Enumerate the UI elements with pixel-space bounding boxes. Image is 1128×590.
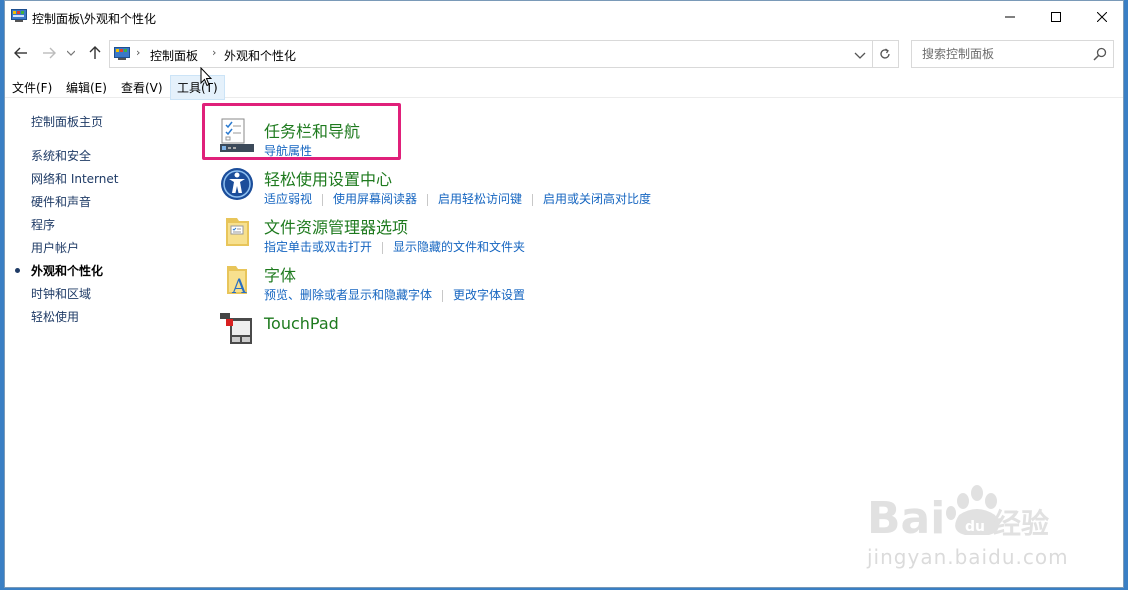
link-divider <box>427 193 429 206</box>
baidu-watermark: Bai 经验 du jingyan.baidu.com <box>867 481 1117 581</box>
highlight-box <box>202 103 401 160</box>
sidebar-item-network[interactable]: 网络和 Internet <box>31 170 118 187</box>
address-bar[interactable]: › 控制面板 › 外观和个性化 <box>109 40 873 68</box>
control-panel-icon <box>11 9 27 22</box>
task-link[interactable]: 更改字体设置 <box>453 288 525 302</box>
task-link[interactable]: 显示隐藏的文件和文件夹 <box>393 240 525 254</box>
sidebar-item-ease-of-access[interactable]: 轻松使用 <box>31 308 79 325</box>
category-links: 预览、删除或者显示和隐藏字体 更改字体设置 <box>264 286 525 303</box>
task-link[interactable]: 预览、删除或者显示和隐藏字体 <box>264 288 432 302</box>
task-link[interactable]: 使用屏幕阅读器 <box>333 192 417 206</box>
menu-view[interactable]: 查看(V) <box>121 79 163 96</box>
link-divider <box>322 193 324 206</box>
refresh-button[interactable] <box>871 40 899 68</box>
sidebar-item-appearance[interactable]: 外观和个性化 <box>31 262 103 279</box>
touchpad-icon[interactable] <box>219 310 255 346</box>
category-title[interactable]: 轻松使用设置中心 <box>264 166 392 190</box>
baidu-logo: Bai 经验 du <box>867 485 1049 544</box>
navigation-bar: › 控制面板 › 外观和个性化 <box>5 37 1123 69</box>
task-link[interactable]: 适应弱视 <box>264 192 312 206</box>
watermark-text: jingyan.baidu.com <box>867 545 1069 569</box>
sidebar-item-hardware-sound[interactable]: 硬件和声音 <box>31 193 91 210</box>
sidebar-item-system-security[interactable]: 系统和安全 <box>31 147 91 164</box>
arrow-left-icon <box>14 47 27 59</box>
menu-tools[interactable]: 工具(T) <box>170 75 225 100</box>
breadcrumb-separator-icon[interactable]: › <box>136 46 140 59</box>
window-title: 控制面板\外观和个性化 <box>32 12 157 26</box>
sidebar-item-programs[interactable]: 程序 <box>31 216 55 233</box>
breadcrumb-control-panel[interactable]: 控制面板 <box>150 47 198 64</box>
search-icon[interactable] <box>1093 47 1107 61</box>
link-divider <box>532 193 534 206</box>
link-divider <box>442 289 444 302</box>
category-links: 适应弱视 使用屏幕阅读器 启用轻松访问键 启用或关闭高对比度 <box>264 190 651 207</box>
task-link[interactable]: 启用或关闭高对比度 <box>543 192 651 206</box>
category-title[interactable]: 字体 <box>264 262 296 286</box>
arrow-up-icon <box>89 46 101 59</box>
maximize-button[interactable] <box>1033 1 1079 33</box>
mouse-cursor-icon <box>200 67 212 87</box>
refresh-icon <box>879 48 890 59</box>
sidebar-item-user-accounts[interactable]: 用户帐户 <box>31 239 79 256</box>
close-button[interactable] <box>1079 1 1125 33</box>
back-button[interactable] <box>11 43 31 63</box>
menu-file[interactable]: 文件(F) <box>12 79 52 96</box>
menu-edit[interactable]: 编辑(E) <box>66 79 107 96</box>
folder-options-icon[interactable] <box>219 214 255 250</box>
category-links: 指定单击或双击打开 显示隐藏的文件和文件夹 <box>264 238 525 255</box>
minimize-button[interactable] <box>987 1 1033 33</box>
search-input[interactable] <box>920 46 1084 62</box>
breadcrumb-appearance[interactable]: 外观和个性化 <box>224 47 296 64</box>
control-panel-window: 控制面板\外观和个性化 › 控制面板 › 外观和个性化 搜索控制面板 文件(F)… <box>4 0 1124 588</box>
forward-button[interactable] <box>39 43 59 63</box>
breadcrumb-separator-icon[interactable]: › <box>212 46 216 59</box>
menu-bar: 文件(F) 编辑(E) 查看(V) 工具(T) <box>5 75 1123 100</box>
chevron-down-icon <box>67 50 75 56</box>
link-divider <box>382 241 384 254</box>
close-icon <box>1097 12 1107 22</box>
maximize-icon <box>1051 12 1061 22</box>
category-title[interactable]: 文件资源管理器选项 <box>264 214 408 238</box>
control-panel-icon <box>114 47 130 60</box>
ease-of-access-icon[interactable] <box>219 166 255 202</box>
svg-text:du: du <box>965 519 985 535</box>
up-button[interactable] <box>85 43 105 63</box>
svg-text:A: A <box>231 274 247 298</box>
address-history-dropdown-icon[interactable] <box>852 47 868 63</box>
sidebar-item-clock-region[interactable]: 时钟和区域 <box>31 285 91 302</box>
arrow-right-icon <box>43 47 56 59</box>
title-bar[interactable]: 控制面板\外观和个性化 <box>5 1 1123 33</box>
sidebar-item-home[interactable]: 控制面板主页 <box>31 113 103 130</box>
search-box[interactable] <box>911 40 1114 68</box>
task-link[interactable]: 指定单击或双击打开 <box>264 240 372 254</box>
task-link[interactable]: 启用轻松访问键 <box>438 192 522 206</box>
svg-text:Bai: Bai <box>867 493 945 543</box>
current-item-bullet-icon <box>15 268 20 273</box>
recent-locations-button[interactable] <box>65 43 77 63</box>
svg-text:经验: 经验 <box>993 507 1049 540</box>
minimize-icon <box>1005 16 1015 18</box>
fonts-folder-icon[interactable]: A <box>219 262 255 298</box>
category-title[interactable]: TouchPad <box>264 314 339 333</box>
